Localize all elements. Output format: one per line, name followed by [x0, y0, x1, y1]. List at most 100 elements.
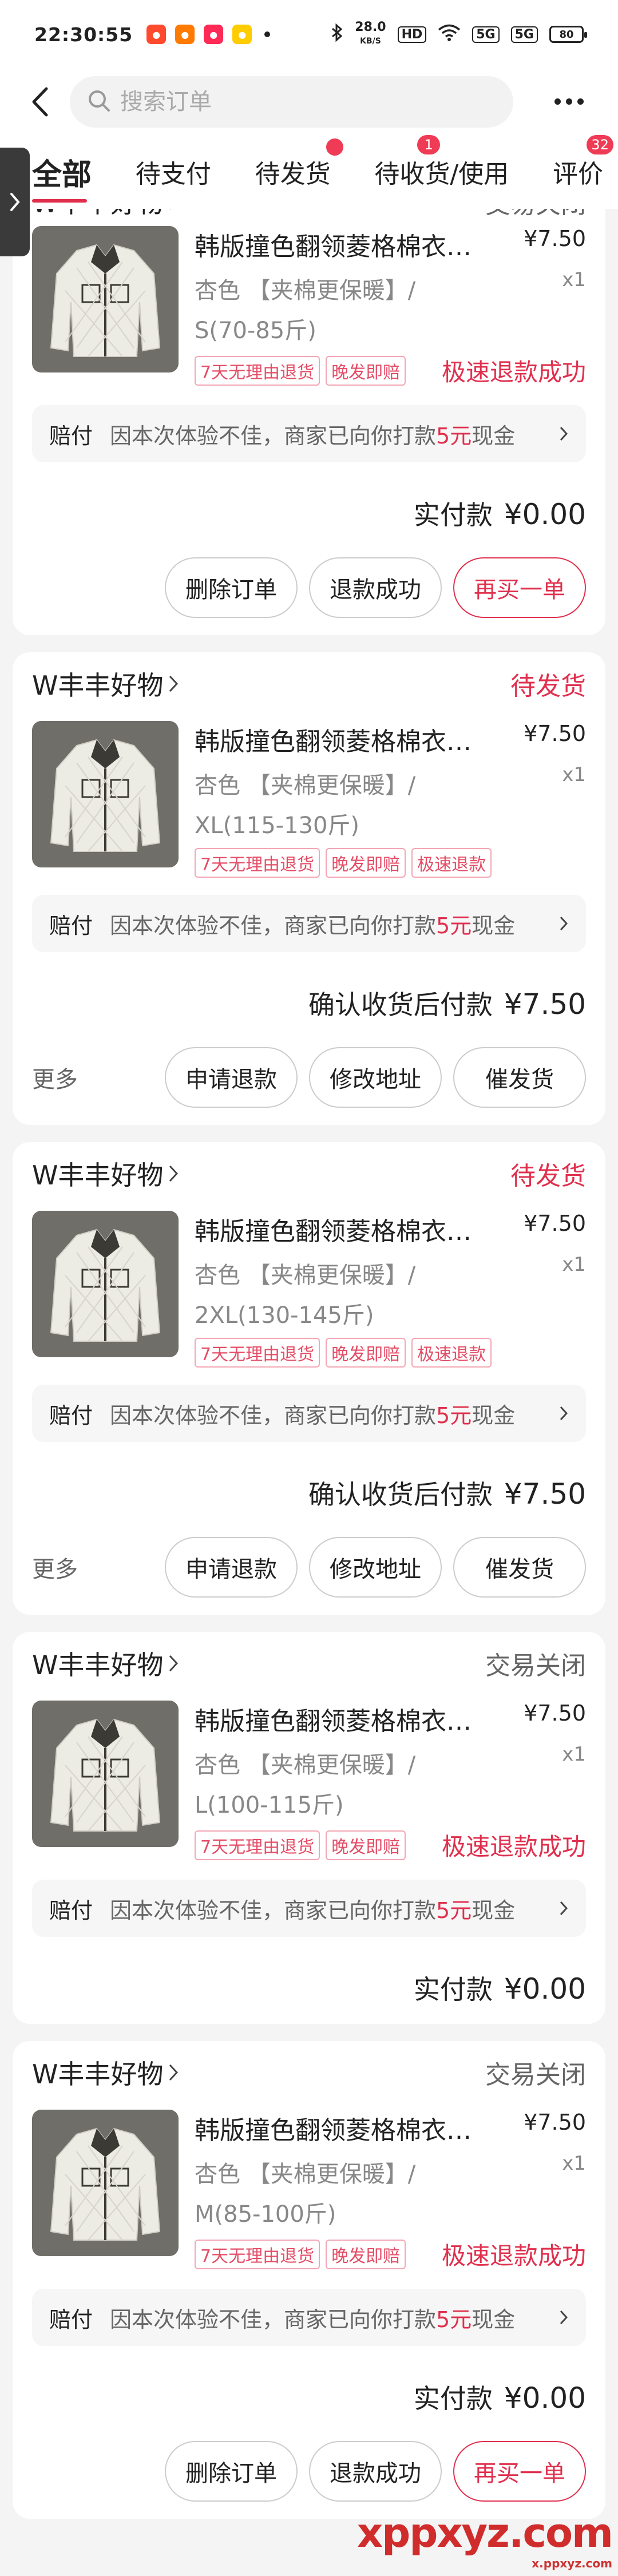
- battery-icon: 80: [549, 26, 587, 43]
- service-tag: 晚发即赔: [326, 1338, 406, 1368]
- order-actions: 更多 申请退款 修改地址 催发货: [32, 1537, 586, 1598]
- compensation-notice[interactable]: 赔付 因本次体验不佳，商家已向你打款 5元 现金: [32, 1880, 586, 1937]
- shop-name: W丰丰好物: [32, 1650, 164, 1681]
- shop-link[interactable]: W丰丰好物: [32, 1644, 179, 1682]
- service-tag: 晚发即赔: [326, 2239, 406, 2269]
- order-item[interactable]: 韩版撞色翻领菱格棉衣… 杏色 【夹棉更保暖】/ XL(115-130斤) 7天无…: [32, 721, 586, 878]
- order-item[interactable]: 韩版撞色翻领菱格棉衣… 杏色 【夹棉更保暖】/ S(70-85斤) 7天无理由退…: [32, 226, 586, 388]
- more-actions-link[interactable]: 更多: [32, 1551, 78, 1584]
- product-thumbnail[interactable]: [32, 2110, 179, 2256]
- search-bar[interactable]: [70, 76, 513, 128]
- payment-label: 实付款: [413, 1974, 493, 2005]
- network-speed-value: 28.0: [355, 20, 386, 34]
- shop-header: W丰丰好物 交易关闭: [32, 209, 586, 220]
- notification-dot-icon: [264, 31, 271, 37]
- compensation-notice[interactable]: 赔付 因本次体验不佳，商家已向你打款 5元 现金: [32, 405, 586, 462]
- signal-icon-1: 5G: [472, 26, 500, 43]
- compensation-text: 因本次体验不佳，商家已向你打款: [110, 1402, 437, 1428]
- tab-label: 待收货/使用: [374, 160, 509, 189]
- tab-pending-payment[interactable]: 待支付: [136, 142, 211, 201]
- order-action-button[interactable]: 催发货: [453, 1537, 586, 1598]
- shop-header: W丰丰好物 待发货: [32, 1142, 586, 1205]
- payment-row: 确认收货后付款 ¥7.50: [32, 1474, 586, 1512]
- hd-badge: HD: [397, 26, 427, 43]
- order-item[interactable]: 韩版撞色翻领菱格棉衣… 杏色 【夹棉更保暖】/ 2XL(130-145斤) 7天…: [32, 1211, 586, 1368]
- shop-link[interactable]: W丰丰好物: [32, 2054, 179, 2091]
- status-bar: 22:30:55 ● ● ● ● 28.0 KB/S HD 5G 5G 80: [0, 0, 618, 69]
- payment-amount: ¥0.00: [504, 498, 586, 531]
- order-tabs: 全部 待支付 待发货 待收货/使用 1 评价 32: [0, 134, 618, 209]
- order-status: 交易关闭: [485, 2060, 586, 2090]
- compensation-amount: 5元: [436, 423, 472, 449]
- service-tags: 7天无理由退货 晚发即赔 极速退款成功: [195, 353, 586, 388]
- compensation-suffix: 现金: [472, 1402, 516, 1428]
- order-action-button[interactable]: 申请退款: [165, 1537, 298, 1598]
- shop-link[interactable]: W丰丰好物: [32, 665, 179, 703]
- service-tag: 7天无理由退货: [195, 848, 320, 878]
- product-price: ¥7.50: [524, 226, 586, 251]
- order-action-button[interactable]: 催发货: [453, 1047, 586, 1108]
- signal-icon-2: 5G: [510, 26, 538, 43]
- order-action-button[interactable]: 申请退款: [165, 1047, 298, 1108]
- search-input[interactable]: [120, 88, 486, 115]
- tab-review[interactable]: 评价 32: [553, 135, 613, 201]
- product-thumbnail[interactable]: [32, 1701, 179, 1847]
- order-action-button[interactable]: 退款成功: [309, 2441, 442, 2502]
- compensation-suffix: 现金: [472, 913, 516, 938]
- shop-link[interactable]: W丰丰好物: [32, 209, 179, 220]
- chevron-right-icon: [560, 2310, 568, 2325]
- compensation-label: 赔付: [49, 913, 93, 938]
- price-column: ¥7.50 x1: [524, 721, 586, 786]
- order-action-button[interactable]: 删除订单: [165, 2441, 298, 2502]
- side-panel-handle[interactable]: [0, 148, 30, 256]
- compensation-amount: 5元: [436, 2306, 472, 2332]
- order-action-button[interactable]: 修改地址: [309, 1537, 442, 1598]
- tab-all[interactable]: 全部: [32, 139, 92, 205]
- compensation-notice[interactable]: 赔付 因本次体验不佳，商家已向你打款 5元 现金: [32, 895, 586, 952]
- order-card[interactable]: W丰丰好物 交易关闭 韩版撞色翻领菱格棉衣… 杏色 【夹棉更保暖】/ L(100…: [13, 1632, 605, 2024]
- order-action-button[interactable]: 修改地址: [309, 1047, 442, 1108]
- network-speed: 28.0 KB/S: [355, 21, 386, 47]
- back-icon[interactable]: [23, 82, 57, 122]
- order-action-button[interactable]: 再买一单: [453, 557, 586, 618]
- order-item[interactable]: 韩版撞色翻领菱格棉衣… 杏色 【夹棉更保暖】/ L(100-115斤) 7天无理…: [32, 1701, 586, 1862]
- order-action-button[interactable]: 删除订单: [165, 557, 298, 618]
- product-thumbnail[interactable]: [32, 721, 179, 867]
- product-thumbnail[interactable]: [32, 1211, 179, 1357]
- chevron-right-icon: [560, 916, 568, 931]
- order-card[interactable]: W丰丰好物 待发货 韩版撞色翻领菱格棉衣… 杏色 【夹棉更保暖】/ XL(115…: [13, 652, 605, 1125]
- order-item[interactable]: 韩版撞色翻领菱格棉衣… 杏色 【夹棉更保暖】/ M(85-100斤) 7天无理由…: [32, 2110, 586, 2272]
- product-price: ¥7.50: [524, 2110, 586, 2135]
- service-tags: 7天无理由退货 晚发即赔 极速退款成功: [195, 2237, 586, 2272]
- order-card[interactable]: W丰丰好物 交易关闭 韩版撞色翻领菱格棉衣… 杏色 【夹棉更保暖】/ S(70-…: [13, 209, 605, 635]
- tab-badge: [326, 138, 343, 156]
- payment-row: 实付款 ¥0.00: [32, 1969, 586, 2007]
- product-title: 韩版撞色翻领菱格棉衣…: [195, 2116, 472, 2145]
- tab-label: 待支付: [135, 160, 211, 189]
- product-quantity: x1: [562, 1253, 586, 1276]
- product-thumbnail[interactable]: [32, 226, 179, 372]
- tab-label: 全部: [32, 157, 92, 192]
- order-actions: 删除订单 退款成功 再买一单: [32, 557, 586, 618]
- order-card[interactable]: W丰丰好物 交易关闭 韩版撞色翻领菱格棉衣… 杏色 【夹棉更保暖】/ M(85-…: [13, 2041, 605, 2519]
- price-column: ¥7.50 x1: [524, 1211, 586, 1276]
- tab-pending-receipt[interactable]: 待收货/使用 1: [374, 135, 509, 201]
- more-actions-link[interactable]: 更多: [32, 1061, 78, 1094]
- watermark-text: xppxyz.com: [356, 2510, 613, 2557]
- service-tags: 7天无理由退货 晚发即赔 极速退款: [195, 848, 586, 878]
- compensation-notice[interactable]: 赔付 因本次体验不佳，商家已向你打款 5元 现金: [32, 2289, 586, 2346]
- order-action-button[interactable]: 再买一单: [453, 2441, 586, 2502]
- order-actions: 删除订单 退款成功 再买一单: [32, 2441, 586, 2502]
- shop-link[interactable]: W丰丰好物: [32, 1155, 179, 1192]
- order-card[interactable]: W丰丰好物 待发货 韩版撞色翻领菱格棉衣… 杏色 【夹棉更保暖】/ 2XL(13…: [13, 1142, 605, 1615]
- notification-app-icon: ●: [146, 25, 167, 44]
- product-price: ¥7.50: [524, 721, 586, 746]
- product-spec: 杏色 【夹棉更保暖】/ S(70-85斤): [195, 278, 416, 344]
- more-options-icon[interactable]: [543, 87, 595, 116]
- product-quantity: x1: [562, 1743, 586, 1766]
- tab-pending-shipment[interactable]: 待发货: [255, 138, 343, 201]
- compensation-notice[interactable]: 赔付 因本次体验不佳，商家已向你打款 5元 现金: [32, 1385, 586, 1442]
- payment-label: 实付款: [413, 2383, 493, 2414]
- order-action-button[interactable]: 退款成功: [309, 557, 442, 618]
- chevron-right-icon: [169, 2064, 179, 2081]
